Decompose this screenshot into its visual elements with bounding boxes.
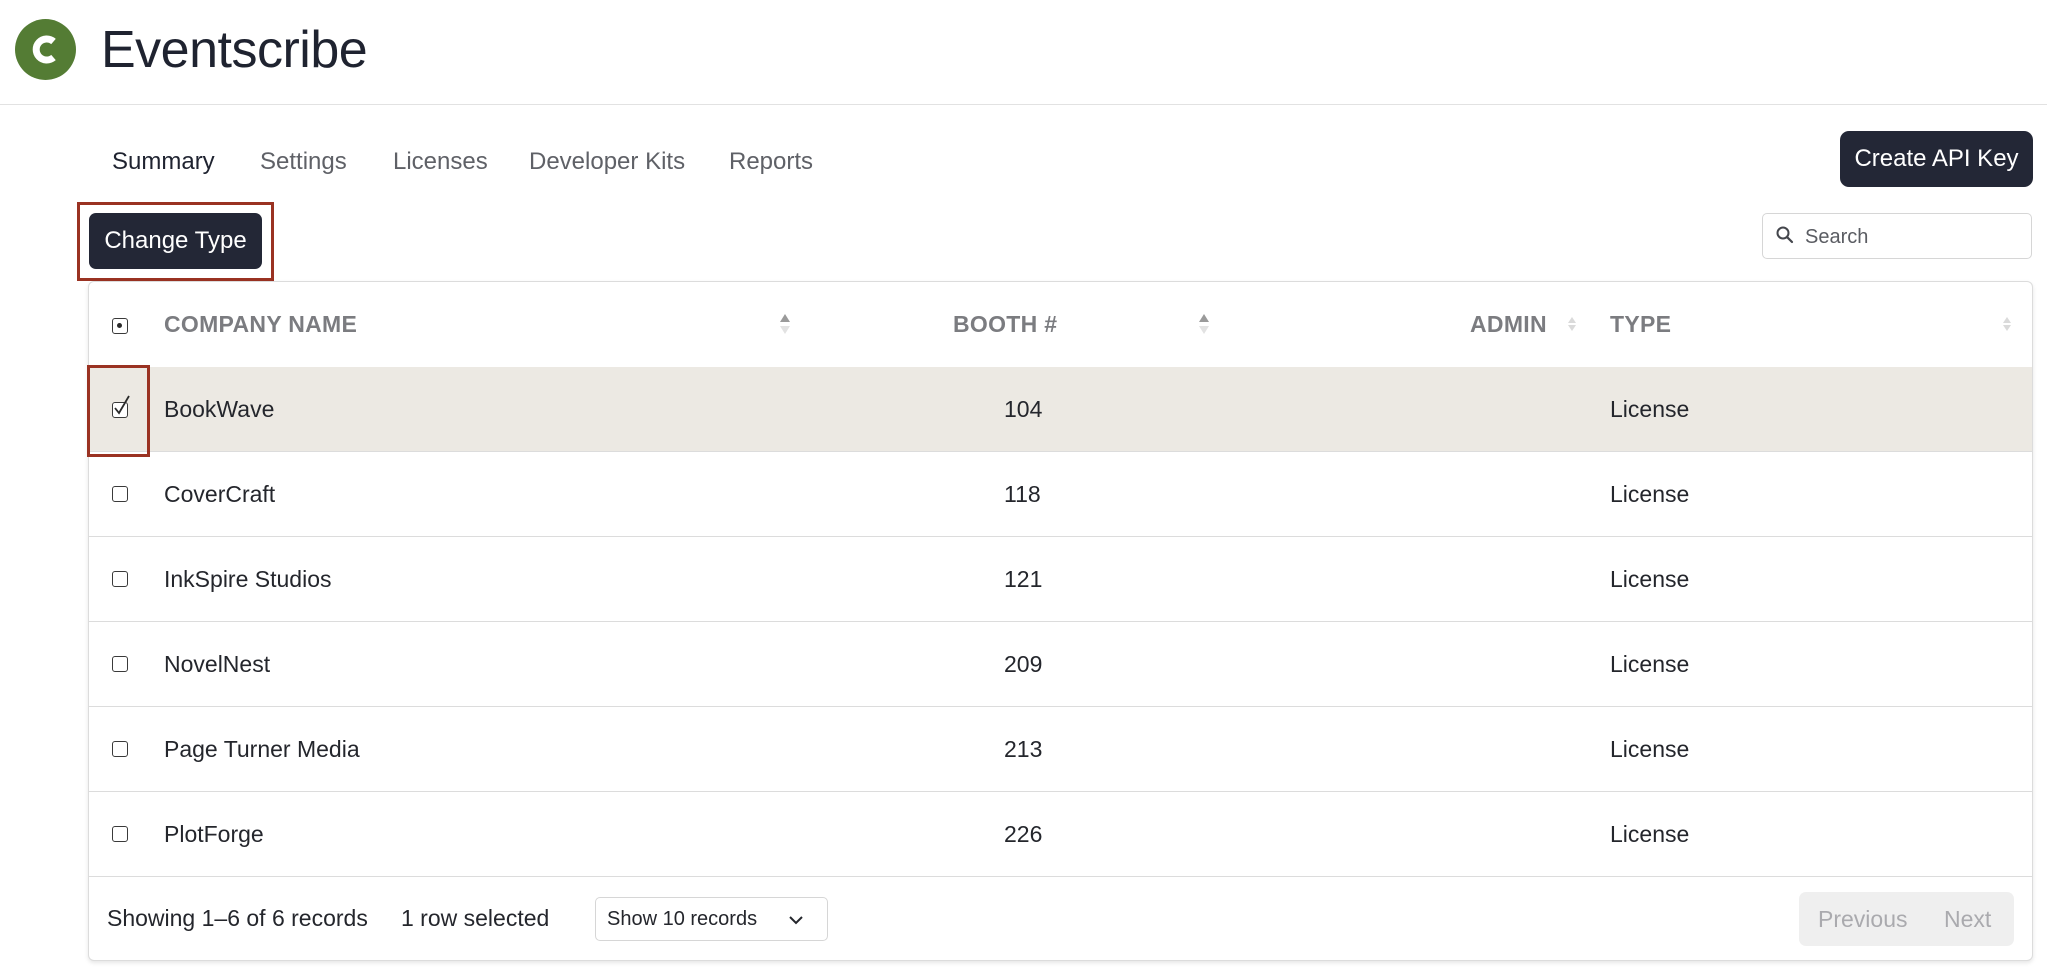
col-admin[interactable]: ADMIN [1470,310,1547,338]
tab-summary[interactable]: Summary [112,142,215,182]
table-row[interactable]: Page Turner Media 213 License [89,707,2032,792]
cell-company: NovelNest [164,651,271,677]
chevron-down-icon [789,916,803,925]
table-row[interactable]: InkSpire Studios 121 License [89,537,2032,622]
row-checkbox[interactable] [112,656,128,672]
col-company-name[interactable]: COMPANY NAME [164,310,357,338]
col-type[interactable]: TYPE [1610,310,1671,338]
search-box [1762,213,2032,259]
cell-type: License [1610,481,1690,507]
cell-type: License [1610,651,1690,677]
tab-settings[interactable]: Settings [260,142,347,182]
tab-reports[interactable]: Reports [729,142,813,182]
col-booth-number[interactable]: BOOTH # [953,310,1057,338]
select-all-checkbox[interactable] [112,318,128,334]
partial-selection-dot [117,323,122,328]
search-icon [1776,226,1794,244]
create-api-key-button[interactable]: Create API Key [1840,131,2033,187]
pagination: Previous Next [1799,892,2014,946]
previous-button[interactable]: Previous [1818,892,1907,946]
cell-company: PlotForge [164,821,264,847]
row-checkbox[interactable] [112,395,130,418]
cell-booth: 213 [1004,736,1043,762]
cell-booth: 104 [1004,396,1043,422]
search-input[interactable] [1803,220,2027,254]
cell-type: License [1610,566,1690,592]
tab-licenses[interactable]: Licenses [393,142,488,182]
table-footer: Showing 1–6 of 6 records 1 row selected … [89,877,2032,960]
cell-company: BookWave [164,396,275,422]
table-row[interactable]: NovelNest 209 License [89,622,2032,707]
table-header: COMPANY NAME BOOTH # ADMIN TYPE [89,282,2032,368]
row-checkbox[interactable] [112,741,128,757]
row-checkbox[interactable] [112,826,128,842]
cell-company: CoverCraft [164,481,276,507]
page-size-value: Show 10 records [607,908,758,930]
sort-type-icon[interactable] [2000,310,2014,338]
cell-type: License [1610,821,1690,847]
cell-type: License [1610,736,1690,762]
cell-booth: 209 [1004,651,1043,677]
sort-company-icon[interactable] [778,310,792,338]
app-header: Eventscribe [0,0,2047,105]
table-row[interactable]: CoverCraft 118 License [89,452,2032,537]
cell-booth: 121 [1004,566,1043,592]
row-checkbox[interactable] [112,571,128,587]
cell-company: InkSpire Studios [164,566,332,592]
app-name: Eventscribe [101,21,368,79]
row-checkbox[interactable] [112,486,128,502]
check-icon [114,395,130,415]
records-count: Showing 1–6 of 6 records [107,905,368,931]
app-logo-icon [15,19,76,80]
companies-table: COMPANY NAME BOOTH # ADMIN TYPE BookWave… [87,281,2033,961]
cell-booth: 118 [1004,481,1041,507]
table-row[interactable]: PlotForge 226 License [89,792,2032,877]
selection-count: 1 row selected [401,905,550,931]
cell-booth: 226 [1004,821,1043,847]
cell-company: Page Turner Media [164,736,360,762]
sort-booth-icon[interactable] [1197,310,1211,338]
sort-admin-icon[interactable] [1565,310,1579,338]
page-size-select[interactable]: Show 10 records [595,897,828,941]
cell-type: License [1610,396,1690,422]
change-type-button[interactable]: Change Type [89,213,262,269]
next-button[interactable]: Next [1944,892,1991,946]
tab-developer-kits[interactable]: Developer Kits [529,142,685,182]
table-row[interactable]: BookWave 104 License [89,367,2032,452]
